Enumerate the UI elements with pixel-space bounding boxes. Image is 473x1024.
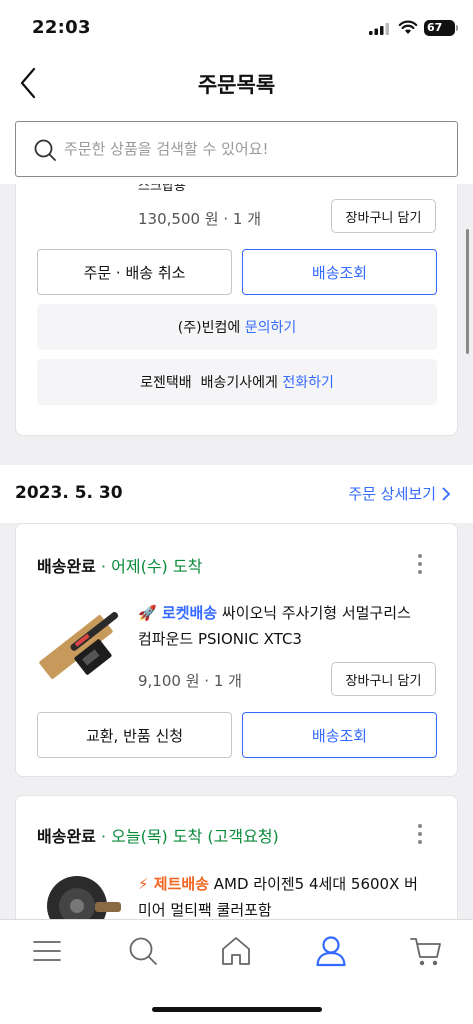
price-qty: 9,100 원 · 1 개 — [138, 672, 242, 690]
track-delivery-button[interactable]: 배송조회 — [242, 712, 437, 758]
return-exchange-button[interactable]: 교환, 반품 신청 — [37, 712, 232, 758]
order-date-row: 2023. 5. 30 주문 상세보기 — [0, 465, 473, 523]
chevron-right-icon — [442, 487, 451, 500]
rocket-badge-label: 로켓배송 — [161, 604, 218, 622]
product-thumbnail[interactable] — [35, 598, 125, 688]
nav-header: 주문목록 — [0, 56, 473, 110]
more-vertical-icon[interactable] — [417, 823, 423, 845]
product-name-line2: 컴파운드 PSIONIC XTC3 — [138, 630, 302, 648]
more-vertical-icon[interactable] — [417, 553, 423, 575]
product-name[interactable]: ⚡ 제트배송 AMD 라이젠5 4세대 5600X 버 미어 멀티팩 쿨러포함 — [138, 871, 438, 919]
add-to-cart-button[interactable]: 장바구니 담기 — [331, 662, 436, 696]
cart-icon[interactable] — [409, 934, 443, 968]
item-name-tail[interactable]: 스크탑용 — [138, 184, 186, 200]
status-bar: 22:03 67 — [0, 0, 473, 56]
search-icon[interactable] — [126, 934, 160, 968]
action-buttons: 주문 · 배송 취소 배송조회 — [37, 249, 437, 295]
action-buttons: 교환, 반품 신청 배송조회 — [37, 712, 437, 758]
search-input[interactable] — [64, 122, 444, 176]
search-box[interactable] — [15, 121, 458, 177]
rocket-badge: 🚀 로켓배송 — [138, 604, 218, 622]
signal-icon — [369, 23, 389, 35]
order-detail-link[interactable]: 주문 상세보기 — [348, 483, 451, 504]
courier-prefix: 로젠택배 배송기사에게 — [140, 375, 278, 391]
order-list[interactable]: 스크탑용 130,500 원 · 1 개 장바구니 담기 주문 · 배송 취소 … — [0, 184, 473, 919]
courier-call-row: 로젠택배 배송기사에게 전화하기 — [37, 359, 437, 405]
order-card-2: 배송완료 · 오늘(목) 도착 (고객요청) ⚡ 제트배송 AMD 라이젠5 4… — [15, 795, 458, 919]
product-name-line1: 싸이오닉 주사기형 서멀구리스 — [221, 604, 411, 622]
delivery-status: 배송완료 · 어제(수) 도착 — [37, 557, 203, 576]
search-bar — [0, 110, 473, 184]
order-card-1: 배송완료 · 어제(수) 도착 🚀 로켓배송 싸이오닉 주사기형 서멀구리스 컴… — [15, 523, 458, 777]
home-icon[interactable] — [219, 934, 253, 968]
wifi-icon — [398, 20, 418, 34]
seller-prefix: (주)빈컴에 — [177, 320, 241, 336]
price-qty: 130,500 원 · 1 개 — [138, 210, 262, 228]
product-name[interactable]: 🚀 로켓배송 싸이오닉 주사기형 서멀구리스 컴파운드 PSIONIC XTC3 — [138, 600, 438, 652]
jet-badge: ⚡ 제트배송 — [138, 875, 209, 893]
product-name-line2: 미어 멀티팩 쿨러포함 — [138, 901, 272, 919]
jet-badge-label: 제트배송 — [153, 875, 209, 893]
order-date: 2023. 5. 30 — [15, 483, 123, 503]
call-link[interactable]: 전화하기 — [282, 372, 334, 392]
cancel-order-button[interactable]: 주문 · 배송 취소 — [37, 249, 232, 295]
inquire-link[interactable]: 문의하기 — [245, 317, 297, 337]
add-to-cart-button[interactable]: 장바구니 담기 — [331, 199, 436, 233]
user-icon[interactable] — [314, 934, 348, 968]
status-label: 배송완료 — [37, 827, 96, 846]
scrollbar[interactable] — [466, 229, 469, 354]
order-detail-label: 주문 상세보기 — [348, 485, 436, 503]
battery-icon: 67 — [424, 20, 458, 36]
product-name-line1: AMD 라이젠5 4세대 5600X 버 — [213, 875, 418, 893]
status-time: 22:03 — [32, 17, 91, 38]
menu-icon[interactable] — [30, 934, 64, 968]
arrival-text: 어제(수) 도착 — [111, 557, 203, 576]
page-title: 주문목록 — [197, 73, 276, 97]
track-delivery-button[interactable]: 배송조회 — [242, 249, 437, 295]
status-label: 배송완료 — [37, 557, 96, 576]
product-thumbnail[interactable] — [35, 876, 125, 919]
home-indicator — [152, 1007, 322, 1012]
delivery-status: 배송완료 · 오늘(목) 도착 (고객요청) — [37, 827, 279, 846]
arrival-text: 오늘(목) 도착 (고객요청) — [111, 827, 279, 846]
search-icon — [34, 139, 56, 161]
seller-inquiry-row: (주)빈컴에 문의하기 — [37, 304, 437, 350]
order-card-prev: 스크탑용 130,500 원 · 1 개 장바구니 담기 주문 · 배송 취소 … — [15, 184, 458, 436]
